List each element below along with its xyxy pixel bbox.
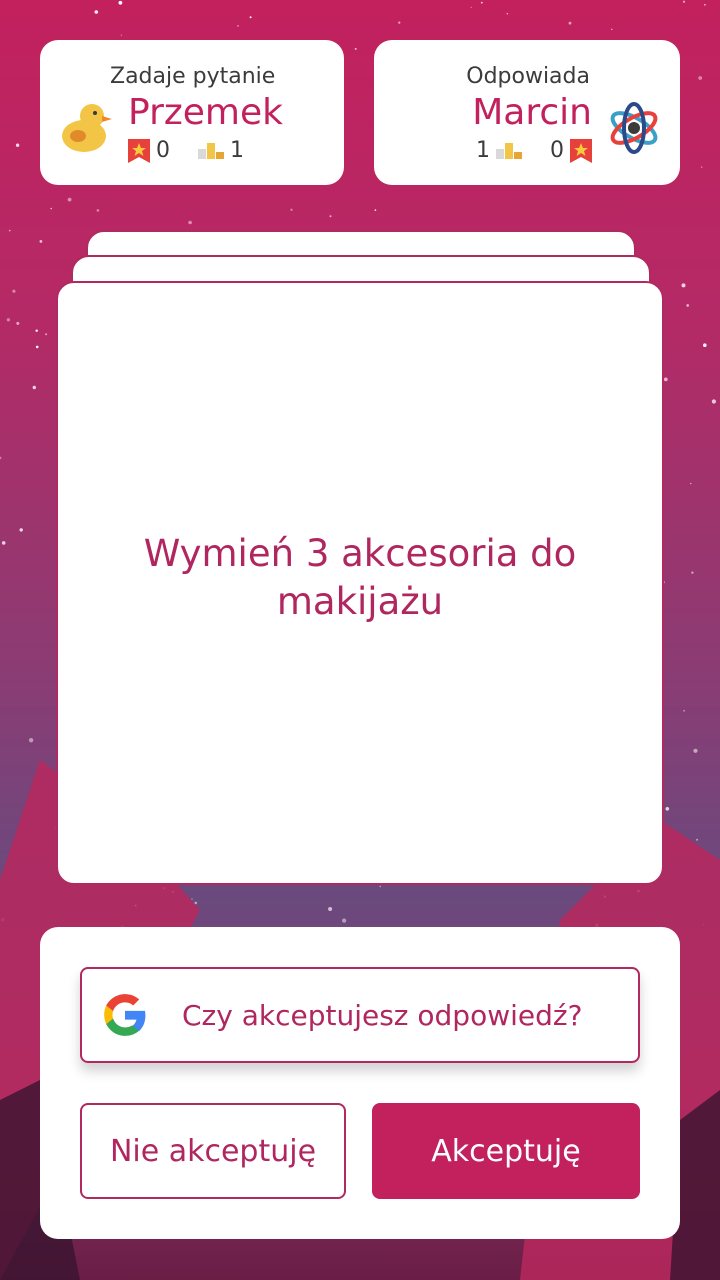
podium-icon <box>496 142 522 159</box>
accept-button[interactable]: Akceptuję <box>372 1103 640 1199</box>
podium-icon <box>198 142 224 159</box>
google-prompt-label: Czy akceptujesz odpowiedź? <box>182 998 583 1032</box>
question-card: Wymień 3 akcesoria do makijażu <box>56 281 664 885</box>
answerer-name: Marcin <box>472 92 592 133</box>
answerer-trophies-count: 1 <box>476 138 490 163</box>
star-badge-icon <box>570 138 592 163</box>
asker-trophies-count: 1 <box>230 138 244 163</box>
asker-card: Zadaje pytanie Przemek 0 1 <box>40 40 344 185</box>
google-icon <box>104 994 146 1036</box>
duck-icon <box>62 104 112 152</box>
answerer-role-label: Odpowiada <box>466 64 590 89</box>
answerer-card: Odpowiada Marcin 1 0 <box>374 40 680 185</box>
answerer-stats: 1 0 <box>476 138 592 163</box>
answer-panel: Czy akceptujesz odpowiedź? Nie akceptuję… <box>40 927 680 1239</box>
answerer-stars-count: 0 <box>550 138 564 163</box>
question-text: Wymień 3 akcesoria do makijażu <box>143 532 577 623</box>
decline-button[interactable]: Nie akceptuję <box>80 1103 346 1199</box>
google-assistant-button[interactable]: Czy akceptujesz odpowiedź? <box>80 967 640 1063</box>
asker-stats: 0 1 <box>128 138 244 163</box>
asker-stars-count: 0 <box>156 138 170 163</box>
atom-icon <box>610 102 658 154</box>
asker-name: Przemek <box>128 92 283 133</box>
asker-role-label: Zadaje pytanie <box>110 64 276 89</box>
star-badge-icon <box>128 138 150 163</box>
